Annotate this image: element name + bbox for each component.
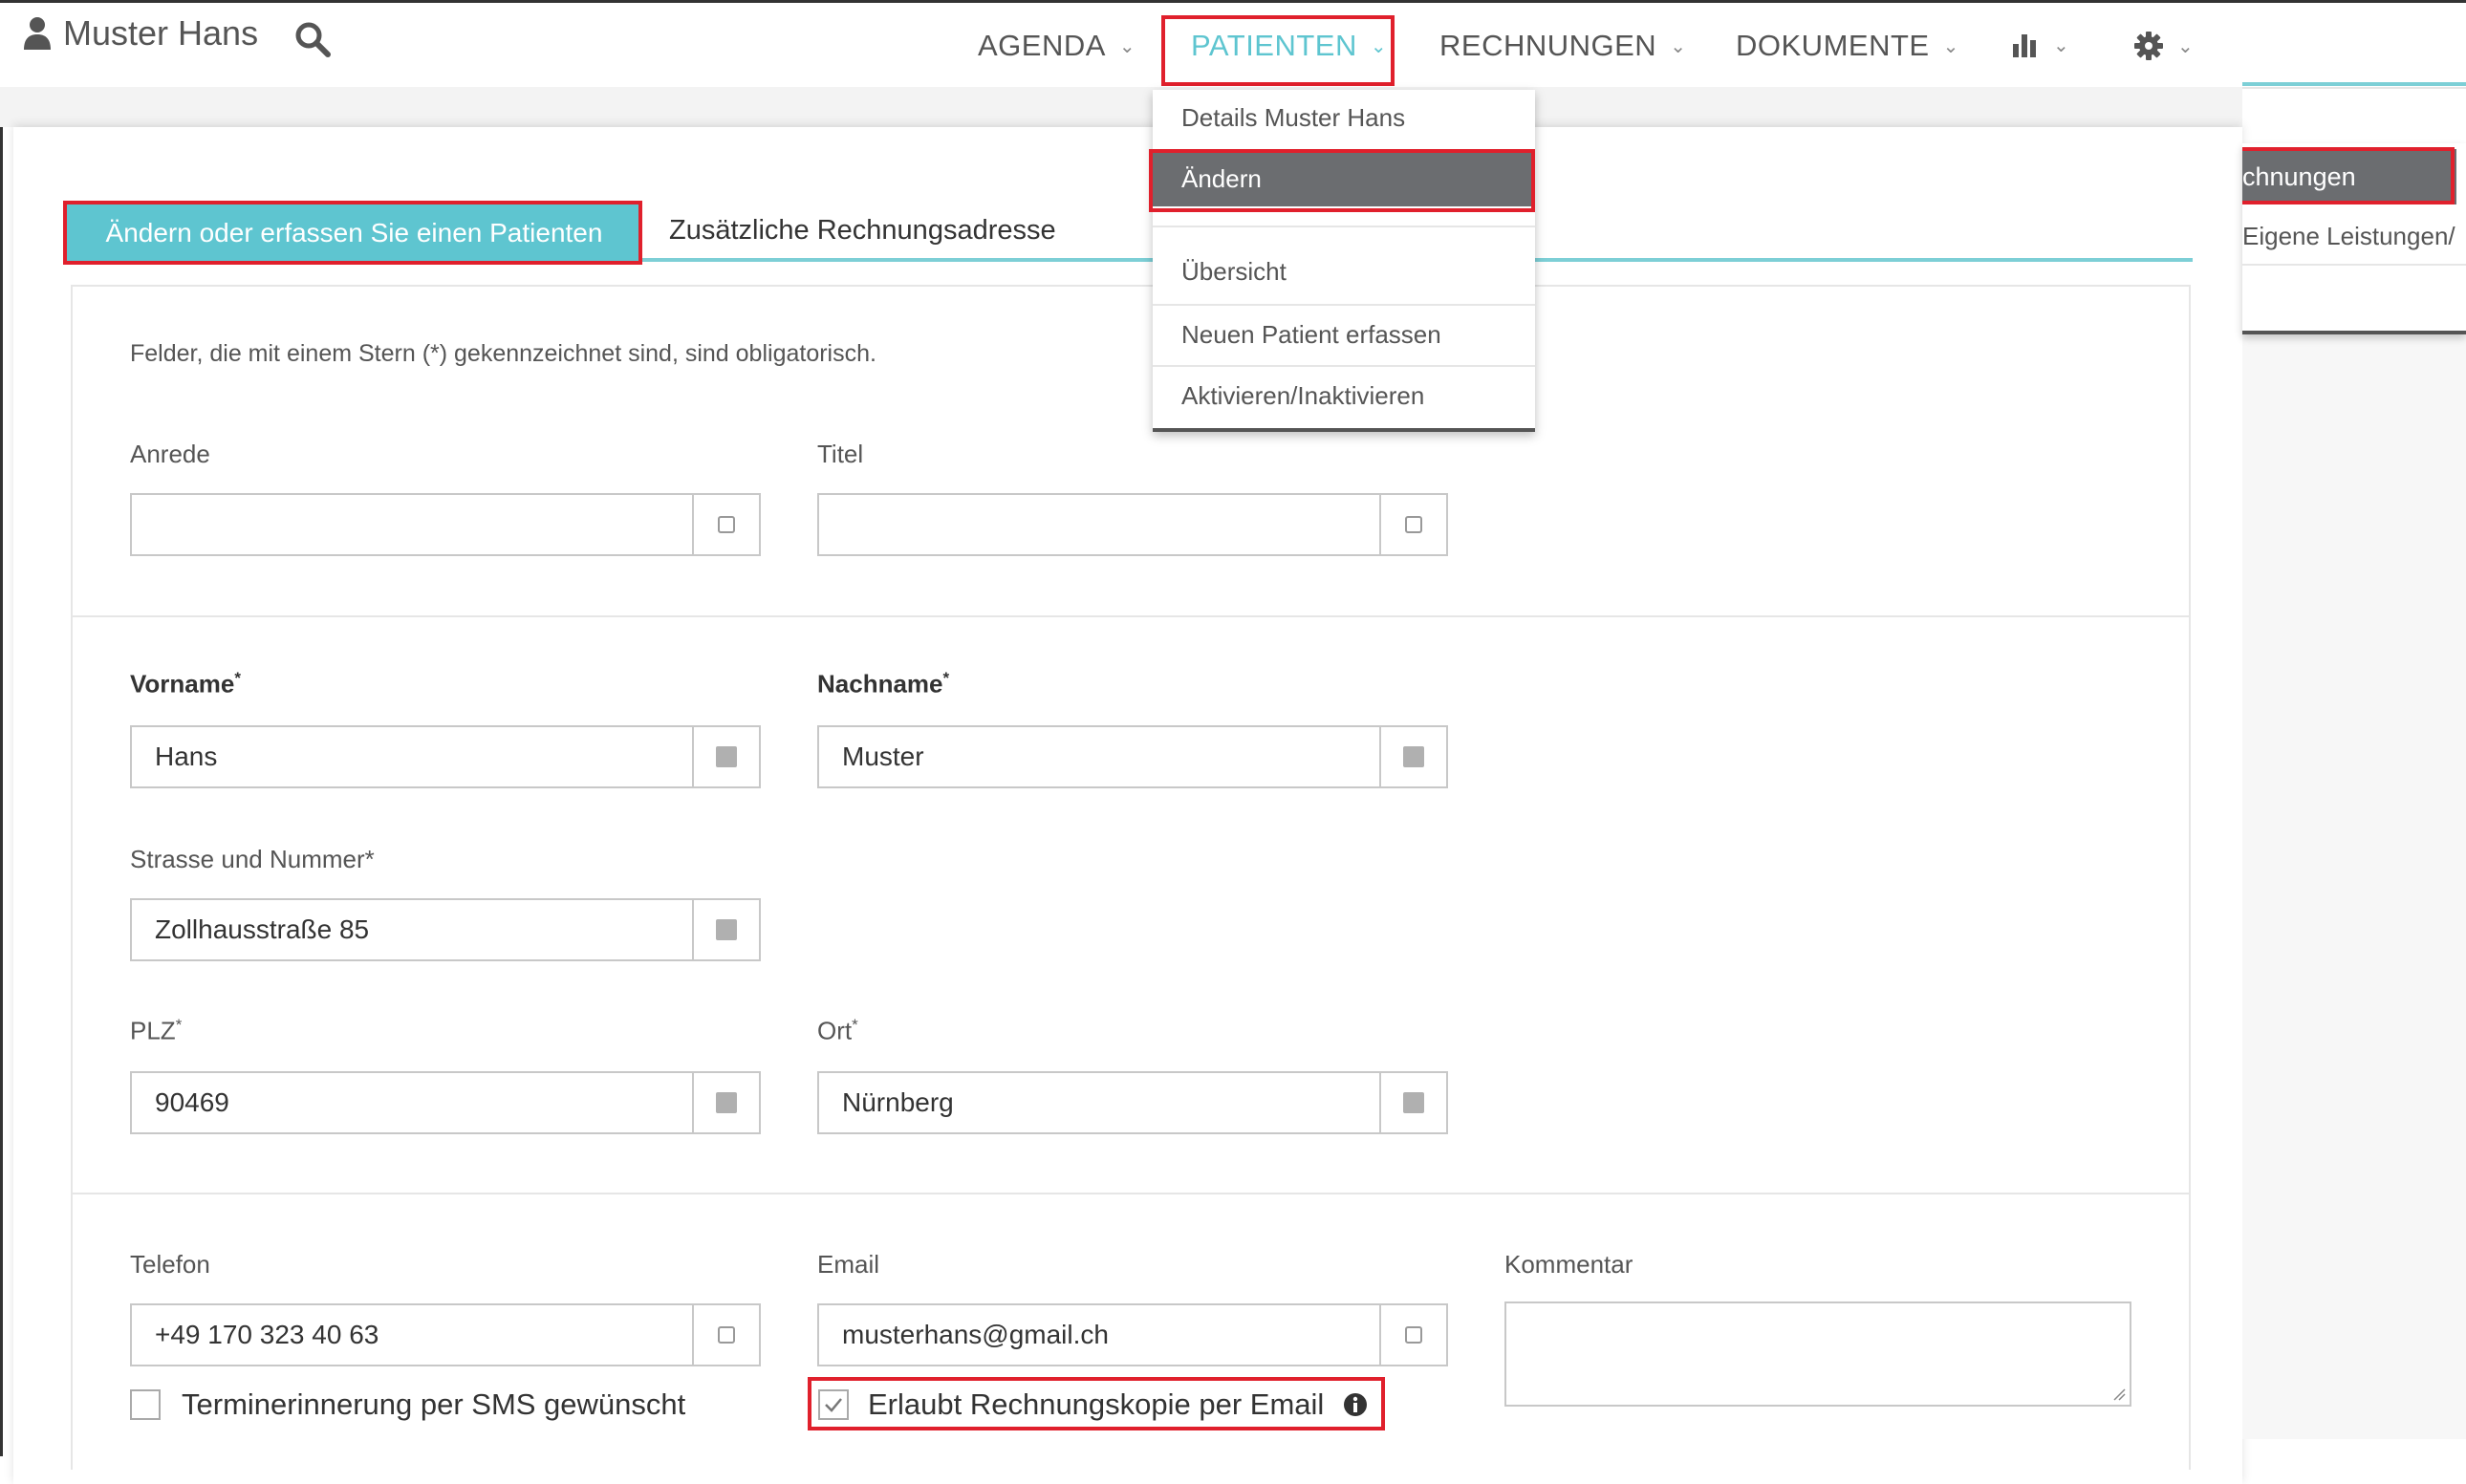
- email-field[interactable]: musterhans@gmail.ch: [817, 1303, 1448, 1366]
- filled-square-icon: [716, 746, 737, 767]
- nav-settings[interactable]: ⌄: [2133, 31, 2194, 61]
- invoice-copy-label: Erlaubt Rechnungskopie per Email: [868, 1387, 1325, 1421]
- chevron-down-icon: ⌄: [1118, 35, 1136, 57]
- kommentar-textarea[interactable]: [1504, 1301, 2131, 1407]
- user-menu[interactable]: Muster Hans: [23, 13, 258, 54]
- nav-dokumente-label: DOKUMENTE: [1736, 29, 1930, 62]
- plz-label: PLZ*: [130, 1016, 183, 1045]
- titel-addon[interactable]: [1379, 495, 1446, 554]
- right-overlay-accent-line: [2242, 82, 2466, 86]
- vorname-addon[interactable]: [692, 727, 759, 786]
- patienten-dropdown: Details Muster Hans Ändern Übersicht Neu…: [1153, 90, 1535, 432]
- filled-square-icon: [1403, 746, 1424, 767]
- chevron-down-icon: ⌄: [1942, 35, 1959, 57]
- nachname-field[interactable]: Muster: [817, 725, 1448, 788]
- nav-patienten[interactable]: PATIENTEN ⌄: [1191, 29, 1387, 63]
- menu-item-rechnungen-highlight: [2242, 147, 2455, 204]
- invoice-copy-checkbox[interactable]: [818, 1389, 849, 1420]
- chevron-down-icon: ⌄: [2177, 35, 2195, 57]
- titel-field[interactable]: [817, 493, 1448, 556]
- nachname-addon[interactable]: [1379, 727, 1446, 786]
- menu-item-eigene-leistungen[interactable]: Eigene Leistungen/: [2242, 222, 2455, 251]
- sms-reminder-label: Terminerinnerung per SMS gewünscht: [182, 1387, 686, 1421]
- vorname-value: Hans: [155, 742, 218, 771]
- nav-patienten-label: PATIENTEN: [1191, 29, 1357, 62]
- strasse-label: Strasse und Nummer*: [130, 845, 375, 873]
- user-name: Muster Hans: [63, 13, 259, 53]
- patient-form: [71, 285, 2191, 1470]
- ort-label: Ort*: [817, 1016, 858, 1045]
- resize-handle-icon[interactable]: [2112, 1387, 2126, 1401]
- invoice-copy-option[interactable]: Erlaubt Rechnungskopie per Email: [818, 1387, 1368, 1422]
- telefon-addon[interactable]: [692, 1305, 759, 1365]
- kommentar-label: Kommentar: [1504, 1250, 1633, 1279]
- checkmark-icon: [825, 1398, 842, 1412]
- menu-item-uebersicht[interactable]: Übersicht: [1153, 243, 1535, 300]
- titel-value: [819, 495, 1379, 554]
- menu-item-neuer-patient[interactable]: Neuen Patient erfassen: [1153, 306, 1535, 363]
- nav-rechnungen[interactable]: RECHNUNGEN ⌄: [1439, 29, 1686, 63]
- anrede-field[interactable]: [130, 493, 761, 556]
- filled-square-icon: [716, 1092, 737, 1113]
- filled-square-icon: [716, 919, 737, 940]
- right-overlay-background: [2242, 331, 2466, 1439]
- nachname-label: Nachname*: [817, 669, 950, 699]
- nav-agenda[interactable]: AGENDA ⌄: [978, 29, 1136, 63]
- ort-value: Nürnberg: [842, 1087, 954, 1117]
- nav-statistics[interactable]: ⌄: [2011, 31, 2069, 59]
- sms-reminder-option[interactable]: Terminerinnerung per SMS gewünscht: [130, 1387, 685, 1422]
- bar-chart-icon: [2013, 34, 2036, 57]
- chevron-down-icon: ⌄: [1670, 35, 1687, 57]
- ort-field[interactable]: Nürnberg: [817, 1071, 1448, 1134]
- email-addon[interactable]: [1379, 1305, 1446, 1365]
- plz-value: 90469: [155, 1087, 229, 1117]
- strasse-value: Zollhausstraße 85: [155, 914, 370, 944]
- search-icon[interactable]: [294, 21, 331, 57]
- user-icon: [24, 17, 51, 50]
- telefon-label: Telefon: [130, 1250, 210, 1279]
- section-divider: [73, 615, 2189, 617]
- plz-field[interactable]: 90469: [130, 1071, 761, 1134]
- section-divider: [73, 1193, 2189, 1194]
- nav-agenda-label: AGENDA: [978, 29, 1106, 62]
- menu-separator: [2242, 264, 2466, 266]
- gear-icon: [2134, 32, 2163, 60]
- nav-rechnungen-label: RECHNUNGEN: [1439, 29, 1657, 62]
- telefon-field[interactable]: +49 170 323 40 63: [130, 1303, 761, 1366]
- chevron-down-icon: ⌄: [2053, 34, 2070, 56]
- checkbox-square-icon: [1405, 1326, 1422, 1344]
- plz-addon[interactable]: [692, 1073, 759, 1132]
- filled-square-icon: [1403, 1092, 1424, 1113]
- anrede-value: [132, 495, 692, 554]
- window-frame-left: [0, 0, 3, 1456]
- background-strip: [0, 87, 2242, 127]
- menu-item-aendern-highlight: [1149, 149, 1535, 212]
- email-value: musterhans@gmail.ch: [842, 1320, 1109, 1349]
- strasse-field[interactable]: Zollhausstraße 85: [130, 898, 761, 961]
- nachname-value: Muster: [842, 742, 924, 771]
- menu-item-details[interactable]: Details Muster Hans: [1153, 90, 1535, 145]
- menu-item-aktivieren[interactable]: Aktivieren/Inaktivieren: [1153, 367, 1535, 424]
- vorname-label: Vorname*: [130, 669, 241, 699]
- anrede-addon[interactable]: [692, 495, 759, 554]
- vorname-field[interactable]: Hans: [130, 725, 761, 788]
- email-label: Email: [817, 1250, 880, 1279]
- anrede-label: Anrede: [130, 440, 210, 468]
- tab-edit-patient-highlight: [63, 201, 642, 265]
- telefon-value: +49 170 323 40 63: [155, 1320, 379, 1349]
- checkbox-square-icon: [1405, 516, 1422, 533]
- menu-separator: [1153, 226, 1535, 227]
- chevron-down-icon: ⌄: [1370, 35, 1388, 57]
- sms-reminder-checkbox[interactable]: [130, 1389, 161, 1420]
- ort-addon[interactable]: [1379, 1073, 1446, 1132]
- info-icon[interactable]: [1343, 1392, 1368, 1417]
- titel-label: Titel: [817, 440, 864, 468]
- strasse-addon[interactable]: [692, 900, 759, 959]
- required-fields-note: Felder, die mit einem Stern (*) gekennze…: [130, 340, 876, 367]
- checkbox-square-icon: [718, 1326, 735, 1344]
- nav-dokumente[interactable]: DOKUMENTE ⌄: [1736, 29, 1959, 63]
- checkbox-square-icon: [718, 516, 735, 533]
- tab-billing-address[interactable]: Zusätzliche Rechnungsadresse: [669, 215, 1056, 247]
